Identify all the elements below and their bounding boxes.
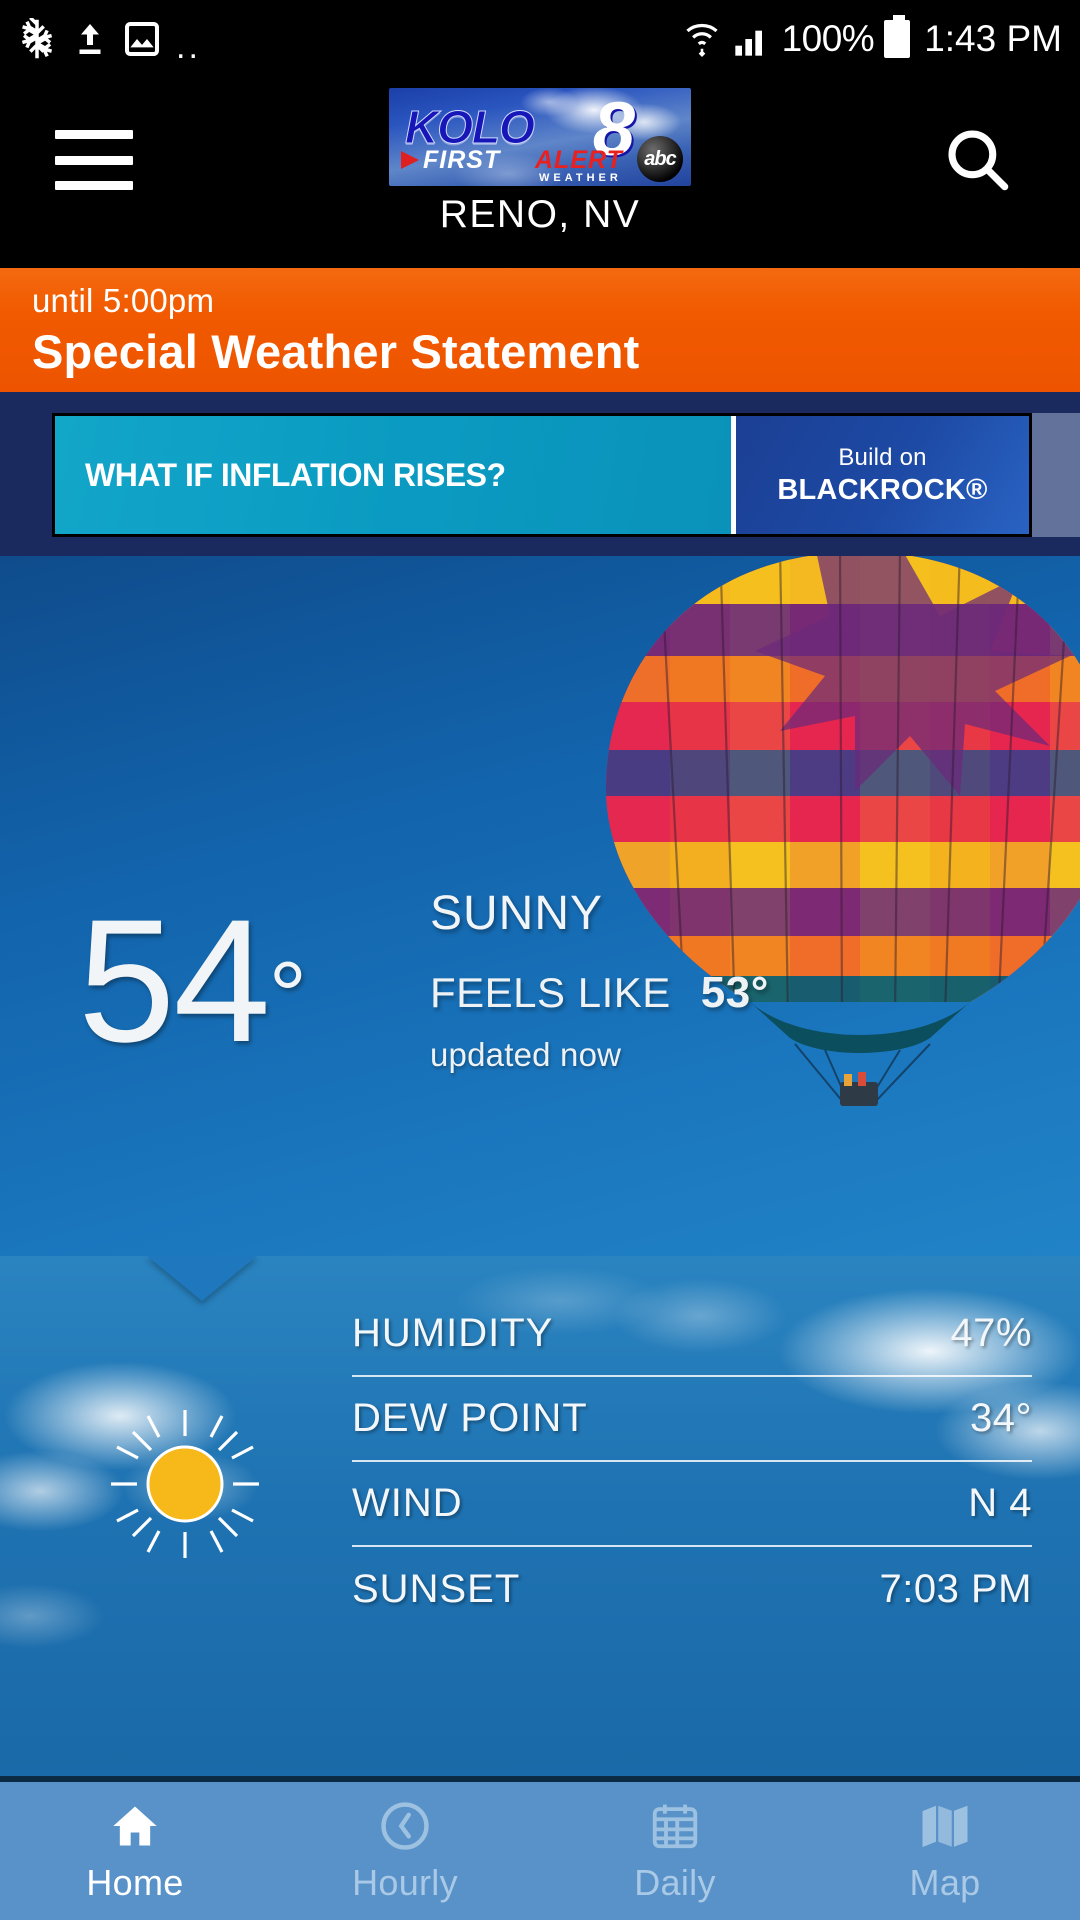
nav-item-hourly[interactable]: Hourly: [270, 1782, 540, 1920]
kolo-logo[interactable]: KOLO 8 abc FIRST ALERT WEATHER: [389, 88, 691, 186]
last-updated-text: updated now: [430, 1036, 622, 1073]
nav-item-map[interactable]: Map: [810, 1782, 1080, 1920]
feels-like-block: FEELS LIKE 53°: [430, 968, 769, 1018]
logo-alert-text: ALERT: [535, 146, 623, 174]
ad-brand-panel: Build on BLACKROCK®: [736, 416, 1029, 534]
map-icon: [916, 1798, 974, 1854]
hot-air-balloon-image: [606, 556, 1080, 1106]
ad-headline: WHAT IF INFLATION RISES?: [85, 456, 506, 493]
detail-rows: HUMIDITY 47% DEW POINT 34° WIND N 4 SUNS…: [352, 1292, 1032, 1632]
detail-value: 34°: [970, 1396, 1032, 1440]
temperature-value: 54: [78, 884, 271, 1079]
app-header: KOLO 8 abc FIRST ALERT WEATHER RENO, NV: [0, 78, 1080, 268]
current-condition: SUNNY: [430, 887, 604, 940]
detail-row-wind: WIND N 4: [352, 1462, 1032, 1547]
upload-icon: [72, 19, 108, 59]
detail-value: 7:03 PM: [879, 1567, 1032, 1611]
detail-value: N 4: [968, 1481, 1032, 1525]
logo-first-text: FIRST: [423, 146, 501, 174]
detail-label: DEW POINT: [352, 1396, 588, 1440]
weather-alert-banner[interactable]: until 5:00pm Special Weather Statement: [0, 268, 1080, 392]
degree-symbol: °: [268, 942, 307, 1049]
ad-build-on-text: Build on: [838, 443, 927, 471]
status-bar-left: ..: [16, 18, 201, 66]
detail-row-sunset: SUNSET 7:03 PM: [352, 1547, 1032, 1632]
bottom-navigation: Home Hourly Daily Map: [0, 1782, 1080, 1920]
nav-item-home[interactable]: Home: [0, 1782, 270, 1920]
app-screen: .. 100% 1:43 PM KOLO 8 abc FIRST ALERT W…: [0, 0, 1080, 1920]
feels-like-label: FEELS LIKE: [430, 969, 671, 1016]
nav-label: Home: [86, 1862, 184, 1903]
panel-notch: [146, 1256, 258, 1301]
snowflake-icon: [16, 18, 58, 60]
detail-label: SUNSET: [352, 1567, 521, 1611]
more-icon: ..: [176, 28, 201, 66]
home-icon: [106, 1798, 164, 1854]
advertisement-banner[interactable]: WHAT IF INFLATION RISES? Build on BLACKR…: [52, 413, 1032, 537]
status-bar-right: 100% 1:43 PM: [682, 15, 1062, 60]
clock-time: 1:43 PM: [924, 18, 1062, 59]
abc-network-icon: abc: [637, 136, 683, 182]
nav-label: Daily: [634, 1862, 716, 1903]
clock-icon: [376, 1798, 434, 1854]
sun-icon: [111, 1410, 259, 1558]
ad-headline-panel: WHAT IF INFLATION RISES?: [55, 416, 731, 534]
location-name: RENO, NV: [439, 193, 641, 236]
current-temperature: 54°: [78, 894, 307, 1069]
current-conditions-hero: 54° SUNNY FEELS LIKE 53° updated now: [0, 556, 1080, 1256]
feels-like-value: 53°: [700, 968, 769, 1017]
detail-label: WIND: [352, 1481, 463, 1525]
detail-row-dew-point: DEW POINT 34°: [352, 1377, 1032, 1462]
detail-label: HUMIDITY: [352, 1311, 554, 1355]
hamburger-menu-icon[interactable]: [55, 130, 133, 190]
search-icon[interactable]: [940, 122, 1014, 196]
status-bar: .. 100% 1:43 PM: [0, 0, 1080, 78]
alert-until-text: until 5:00pm: [32, 282, 215, 319]
nav-label: Map: [909, 1862, 981, 1903]
logo-arrow-icon: [401, 151, 419, 169]
wifi-icon: [682, 18, 722, 60]
current-details-panel: HUMIDITY 47% DEW POINT 34° WIND N 4 SUNS…: [0, 1256, 1080, 1776]
nav-item-daily[interactable]: Daily: [540, 1782, 810, 1920]
logo-weather-text: WEATHER: [539, 172, 622, 184]
battery-icon: [884, 15, 911, 58]
advertisement-zone: WHAT IF INFLATION RISES? Build on BLACKR…: [0, 392, 1080, 556]
image-icon: [122, 19, 162, 59]
detail-value: 47%: [950, 1311, 1032, 1355]
nav-label: Hourly: [352, 1862, 458, 1903]
ad-filler: [1024, 413, 1080, 537]
cellular-signal-icon: [732, 19, 772, 59]
detail-row-humidity: HUMIDITY 47%: [352, 1292, 1032, 1377]
alert-title: Special Weather Statement: [32, 325, 640, 378]
ad-brand-name: BLACKROCK®: [777, 473, 988, 506]
calendar-icon: [646, 1798, 704, 1854]
battery-percent: 100%: [781, 18, 875, 59]
